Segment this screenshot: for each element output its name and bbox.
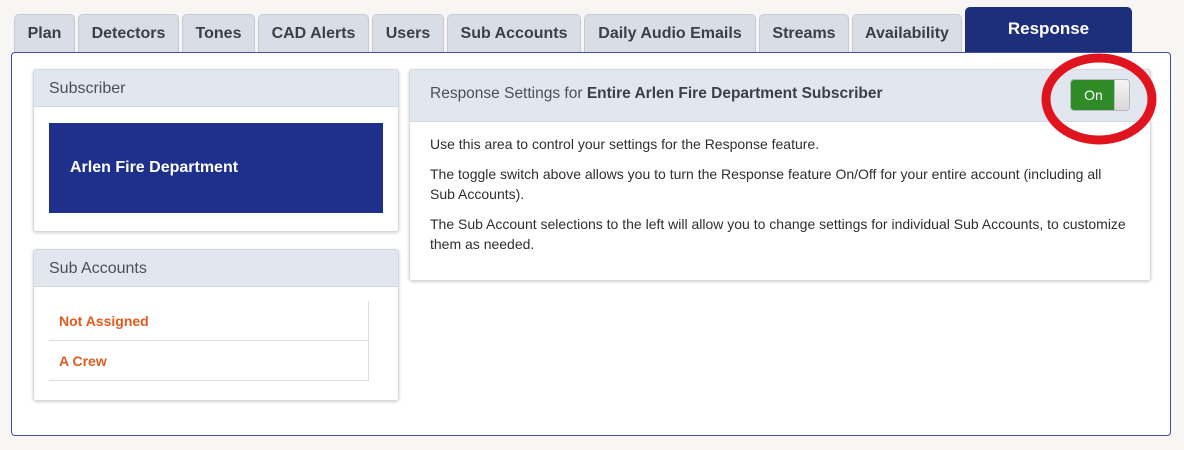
response-heading-target: Entire Arlen Fire Department Subscriber (586, 85, 883, 102)
sub-accounts-heading: Sub Accounts (34, 250, 398, 287)
sub-accounts-list: Not Assigned A Crew (49, 301, 369, 381)
tab-response[interactable]: Response (965, 7, 1132, 53)
response-paragraph: The toggle switch above allows you to tu… (430, 166, 1102, 202)
tab-availability[interactable]: Availability (852, 14, 962, 52)
subscriber-name-button[interactable]: Arlen Fire Department (49, 123, 383, 213)
sub-account-not-assigned[interactable]: Not Assigned (49, 301, 369, 341)
subscriber-card: Subscriber Arlen Fire Department (33, 69, 399, 232)
tab-plan[interactable]: Plan (14, 14, 75, 52)
tab-users[interactable]: Users (372, 14, 444, 52)
response-heading-prefix: Response Settings for (430, 85, 587, 102)
tab-sub-accounts[interactable]: Sub Accounts (447, 14, 581, 52)
response-toggle-switch[interactable]: On (1070, 79, 1130, 111)
subscriber-heading: Subscriber (34, 70, 398, 107)
main-panel: Subscriber Arlen Fire Department Sub Acc… (11, 52, 1171, 436)
response-settings-card: Response Settings for Entire Arlen Fire … (409, 69, 1151, 281)
sub-account-a-crew[interactable]: A Crew (49, 341, 369, 381)
tab-tones[interactable]: Tones (182, 14, 255, 52)
tab-cad-alerts[interactable]: CAD Alerts (258, 14, 369, 52)
response-paragraph: Use this area to control your settings f… (430, 136, 820, 152)
response-description: Use this area to control your settings f… (410, 122, 1150, 254)
toggle-on-label: On (1071, 80, 1116, 110)
response-paragraph: The Sub Account selections to the left w… (430, 216, 1126, 252)
tab-daily-audio-emails[interactable]: Daily Audio Emails (584, 14, 756, 52)
tab-detectors[interactable]: Detectors (78, 14, 179, 52)
tab-streams[interactable]: Streams (759, 14, 849, 52)
sub-accounts-card: Sub Accounts Not Assigned A Crew (33, 249, 399, 401)
response-settings-heading: Response Settings for Entire Arlen Fire … (410, 70, 1150, 122)
toggle-knob (1114, 80, 1129, 110)
